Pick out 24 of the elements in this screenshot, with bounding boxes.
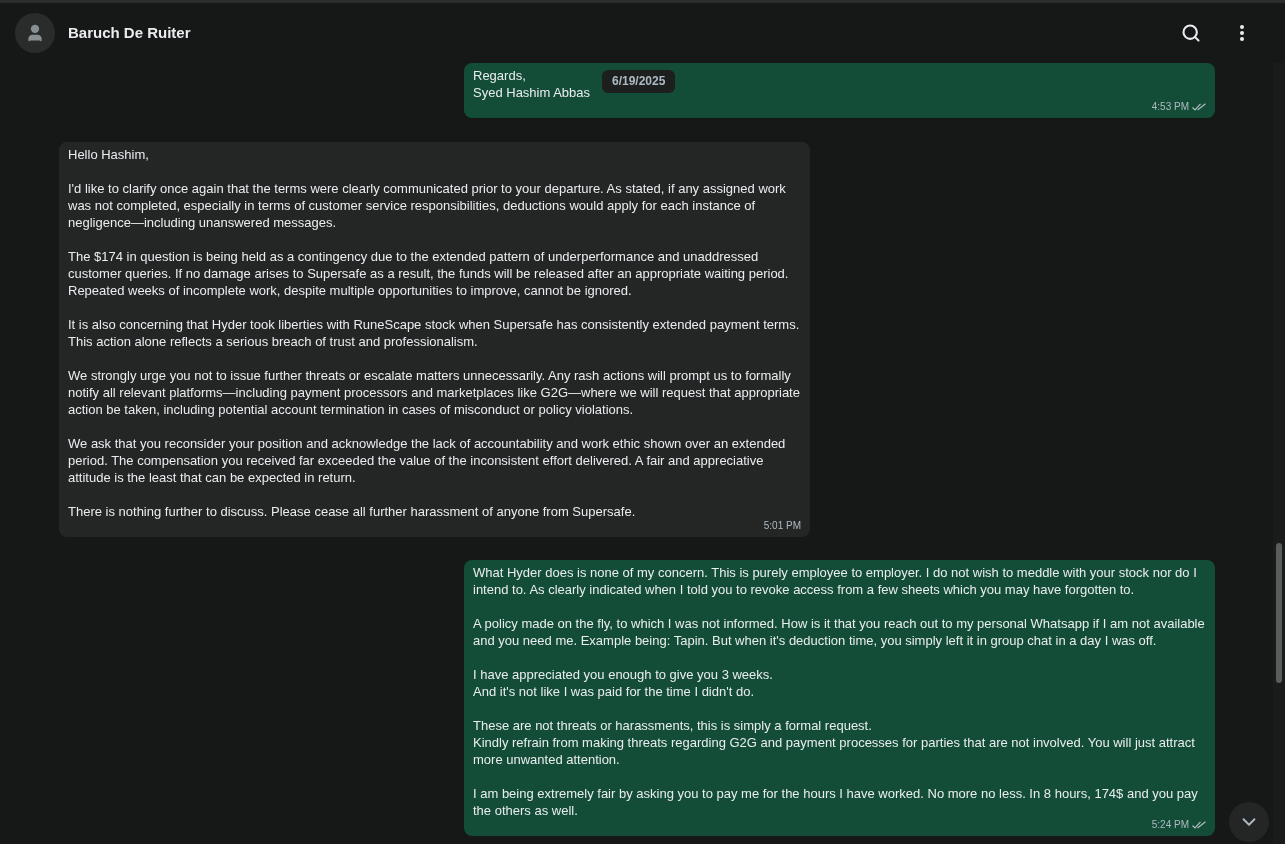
message-time: 4:53 PM: [1151, 100, 1189, 114]
message-text: I'd like to clarify once again that the terms were clearly communicated prior to your departure. As stated, if any assigned work was not completed, especially in terms of customer service responsibilities, deductions would apply for each instance of negligence—including unanswered messages.: [68, 179, 787, 231]
menu-icon: [1240, 25, 1244, 41]
message-text: Regards, Syed Hashim Abbas: [473, 67, 591, 101]
message-time: 5:01 PM: [763, 518, 801, 533]
date-chip: 6/19/2025: [602, 70, 676, 93]
message-text: A policy made on the fly, to which I was not informed. How is it that you reach out to my personal Whatsapp if I am not available and you need me. Example being: Tapin. But when it's deduction time, you simply left it in group chat in a day I was off.: [473, 615, 1206, 649]
message-text: What Hyder does is none of my concern. This is purely employee to employer. I do not wish to meddle with your stock nor do I intend to. As clearly indicated when I told you to revoke access from a few sheets which you may have forgotten to.: [473, 564, 1198, 598]
person-icon: [25, 23, 45, 43]
message-text: Hello Hashim,: [68, 145, 149, 163]
scroll-down-button[interactable]: [1229, 802, 1269, 842]
message-text: I have appreciated you enough to give you 3 weeks. And it's not like I was paid for the time I didn't do.: [473, 666, 773, 700]
message-text: I am being extremely fair by asking you to pay me for the hours I have worked. No more no less. In 8 hours, 174$ and you pay the others as well.: [473, 785, 1199, 819]
message-text: The $174 in question is being held as a contingency due to the extended pattern of underperformance and unaddressed customer queries. If no damage arises to Supersafe as a result, the funds will be released after an appropriate waiting period. Repeated weeks of incomplete work, despite multiple opportunities to improve, cannot be ignored.: [68, 247, 790, 299]
message-text: We strongly urge you not to issue further threats or escalate matters unnecessarily. Any rash actions will prompt us to formally notify all relevant platforms—including payment processors and marketplaces like G2G—where we will request that appropriate action be taken, including potential account termination in cases of misconduct or policy violations.: [68, 366, 801, 418]
message-text: These are not threats or harassments, this is simply a formal request. Kindly refrain from making threats regarding G2G and payment processes for parties that are not involved. You will just attract more unwanted attention.: [473, 717, 1196, 768]
contact-name[interactable]: Baruch De Ruiter: [68, 21, 191, 45]
message-text: There is nothing further to discuss. Please cease all further harassment of anyone from Supersafe.: [68, 502, 636, 520]
message-text: We ask that you reconsider your position and acknowledge the lack of accountability and work ethic shown over an extended period. The compensation you received far exceeded the value of the inconsistent effort delivered. A fair and appreciative attitude is the least that can be expected in return.: [68, 434, 787, 486]
message-text: It is also concerning that Hyder took liberties with RuneScape stock when Supersafe has consistently extended payment terms. This action alone reflects a serious breach of trust and professionalism.: [68, 315, 801, 350]
avatar[interactable]: [15, 13, 55, 53]
search-icon: [1181, 23, 1201, 43]
scrollbar-thumb[interactable]: [1276, 543, 1282, 683]
message-time: 5:24 PM: [1151, 818, 1189, 832]
